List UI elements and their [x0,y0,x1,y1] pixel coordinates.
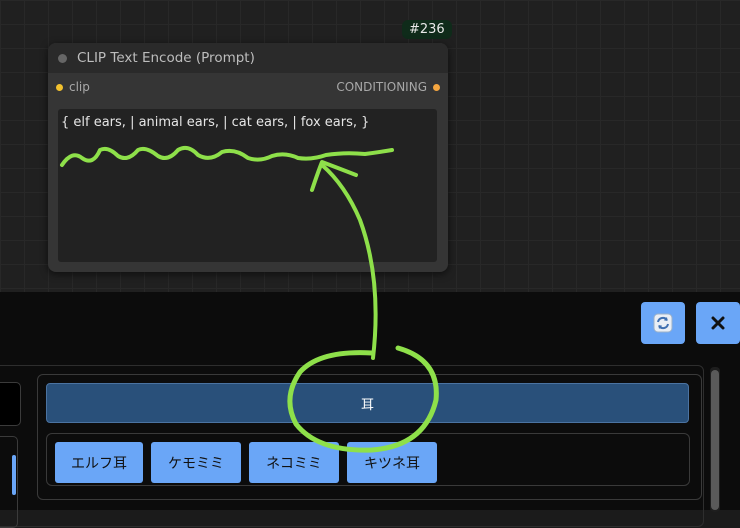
input-slot-clip[interactable]: clip [56,80,90,94]
node-id-badge: #236 [402,20,452,39]
refresh-icon [653,313,673,333]
scrollbar-thumb[interactable] [711,370,719,510]
category-button-ears[interactable]: 耳 [46,383,689,423]
panel-scrollbar[interactable] [710,367,720,512]
input-slot-label: clip [69,80,90,94]
tag-button-fox-ears[interactable]: キツネ耳 [347,442,437,483]
node-title: CLIP Text Encode (Prompt) [77,50,255,66]
category-label: 耳 [360,397,374,413]
close-button[interactable] [696,302,740,344]
close-icon [711,316,725,330]
clip-text-encode-node[interactable]: CLIP Text Encode (Prompt) clip CONDITION… [48,43,448,272]
prompt-textarea[interactable]: { elf ears, | animal ears, | cat ears, |… [58,109,437,262]
left-column-list [0,436,18,528]
output-slot-conditioning[interactable]: CONDITIONING [336,80,440,94]
prompt-text: { elf ears, | animal ears, | cat ears, |… [61,115,370,130]
node-slots: clip CONDITIONING [48,73,448,101]
node-header[interactable]: CLIP Text Encode (Prompt) [48,43,448,73]
tag-button-nekomimi[interactable]: ネコミミ [249,442,339,483]
tag-picker-panel: 耳 エルフ耳 ケモミミ ネコミミ キツネ耳 [0,292,740,528]
input-slot-dot[interactable] [56,83,63,91]
tag-button-kemomimi[interactable]: ケモミミ [151,442,241,483]
node-collapse-dot[interactable] [58,53,67,63]
node-graph-canvas[interactable]: #236 CLIP Text Encode (Prompt) clip COND… [0,0,740,292]
tag-button-elf-ears[interactable]: エルフ耳 [55,442,143,483]
output-slot-label: CONDITIONING [336,80,427,94]
output-slot-dot[interactable] [433,83,440,91]
refresh-button[interactable] [641,302,685,344]
left-column-box [0,382,21,426]
